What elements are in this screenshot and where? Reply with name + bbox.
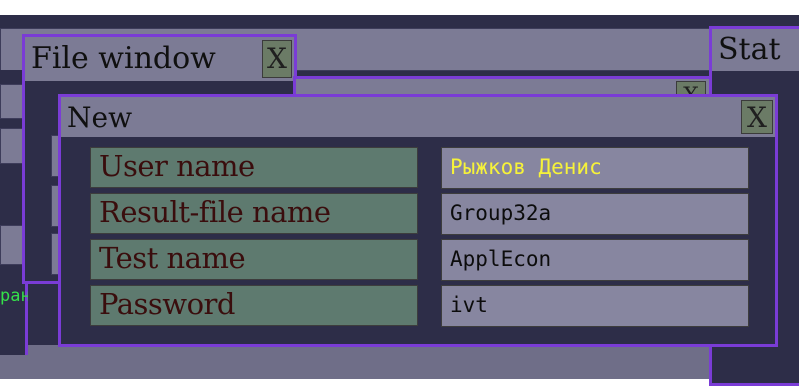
result-file-name-label: Result-file name — [90, 193, 418, 234]
new-dialog-titlebar[interactable]: New X — [61, 97, 775, 137]
left-fragment-1 — [0, 84, 24, 119]
stat-window-title: Stat — [718, 32, 781, 67]
stat-window-titlebar[interactable]: Stat — [712, 29, 799, 71]
file-window-titlebar[interactable]: File window X — [25, 37, 294, 81]
left-fragment-3 — [0, 225, 24, 265]
file-window-title: File window — [31, 41, 216, 76]
bottom-strip — [0, 345, 712, 379]
password-label: Password — [90, 285, 418, 326]
user-name-field[interactable]: Рыжков Денис — [441, 147, 749, 189]
result-file-name-field[interactable]: Group32a — [441, 193, 749, 235]
close-icon: X — [267, 42, 287, 75]
user-name-label: User name — [90, 147, 418, 188]
file-window-close-button[interactable]: X — [262, 40, 292, 78]
test-name-field[interactable]: ApplEcon — [441, 239, 749, 281]
close-icon: X — [747, 101, 767, 134]
left-green-text: ранц — [0, 286, 28, 306]
new-dialog[interactable]: New X User name Result-file name Test na… — [58, 94, 778, 347]
left-fragment-2 — [0, 128, 24, 164]
password-field[interactable]: ivt — [441, 285, 749, 327]
test-name-label: Test name — [90, 239, 418, 280]
new-dialog-close-button[interactable]: X — [741, 100, 773, 134]
new-dialog-title: New — [67, 101, 133, 134]
